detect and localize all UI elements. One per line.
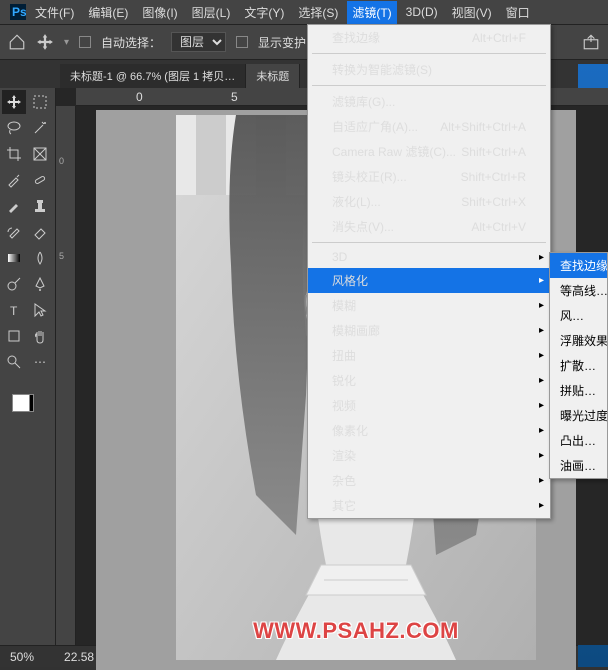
gradient-tool[interactable] (2, 246, 26, 270)
menu-item-noise[interactable]: 杂色 (308, 468, 550, 493)
move-tool[interactable] (2, 90, 26, 114)
show-transform-checkbox[interactable] (236, 36, 248, 48)
filter-menu-dropdown: 查找边缘Alt+Ctrl+F 转换为智能滤镜(S) 滤镜库(G)... 自适应广… (307, 24, 551, 519)
watermark-text: WWW.PSAHZ.COM (253, 618, 459, 644)
menu-window[interactable]: 窗口 (501, 1, 535, 24)
tab-doc-2[interactable]: 未标题 (246, 64, 300, 88)
submenu-item-tiles[interactable]: 拼贴… (550, 378, 607, 403)
crop-tool[interactable] (2, 142, 26, 166)
menu-item-last-filter[interactable]: 查找边缘Alt+Ctrl+F (308, 25, 550, 50)
menu-separator (312, 242, 546, 243)
svg-text:T: T (10, 304, 18, 318)
menu-separator (312, 85, 546, 86)
toolbar: T ⋯ (0, 88, 56, 645)
eyedropper-tool[interactable] (2, 168, 26, 192)
submenu-item-emboss[interactable]: 浮雕效果 (550, 328, 607, 353)
show-transform-label: 显示变护 (258, 34, 306, 51)
color-swatches[interactable] (6, 384, 40, 418)
submenu-item-contour[interactable]: 等高线… (550, 278, 607, 303)
autoselect-target-select[interactable]: 图层 (171, 32, 226, 52)
tab-doc-1[interactable]: 未标题-1 @ 66.7% (图层 1 拷贝… (60, 64, 246, 88)
marquee-tool[interactable] (28, 90, 52, 114)
menu-filter[interactable]: 滤镜(T) (347, 1, 396, 24)
home-icon[interactable] (8, 33, 26, 51)
menu-item-3d[interactable]: 3D (308, 246, 550, 268)
submenu-item-find-edges[interactable]: 查找边缘 (550, 253, 607, 278)
menu-3d[interactable]: 3D(D) (401, 2, 443, 22)
move-tool-icon (36, 33, 54, 51)
menu-bar: Ps 文件(F) 编辑(E) 图像(I) 图层(L) 文字(Y) 选择(S) 滤… (0, 0, 608, 24)
share-icon[interactable] (582, 33, 600, 51)
submenu-item-diffuse[interactable]: 扩散… (550, 353, 607, 378)
menu-view[interactable]: 视图(V) (447, 1, 497, 24)
shape-tool[interactable] (2, 324, 26, 348)
dropdown-arrow-icon[interactable]: ▾ (64, 37, 69, 48)
svg-text:Ps: Ps (12, 5, 26, 19)
type-tool[interactable]: T (2, 298, 26, 322)
pen-tool[interactable] (28, 272, 52, 296)
eraser-tool[interactable] (28, 220, 52, 244)
app-logo-icon: Ps (10, 4, 26, 20)
menu-item-video[interactable]: 视频 (308, 393, 550, 418)
menu-item-blur[interactable]: 模糊 (308, 293, 550, 318)
menu-item-other[interactable]: 其它 (308, 493, 550, 518)
menu-item-render[interactable]: 渲染 (308, 443, 550, 468)
heal-tool[interactable] (28, 168, 52, 192)
submenu-item-extrude[interactable]: 凸出… (550, 428, 607, 453)
menu-edit[interactable]: 编辑(E) (83, 1, 133, 24)
submenu-item-wind[interactable]: 风… (550, 303, 607, 328)
menu-layer[interactable]: 图层(L) (187, 1, 236, 24)
zoom-level[interactable]: 50% (10, 650, 34, 664)
menu-item-distort[interactable]: 扭曲 (308, 343, 550, 368)
menu-file[interactable]: 文件(F) (30, 1, 79, 24)
menu-item-camera-raw[interactable]: Camera Raw 滤镜(C)...Shift+Ctrl+A (308, 139, 550, 164)
path-select-tool[interactable] (28, 298, 52, 322)
submenu-item-oilpaint[interactable]: 油画… (550, 453, 607, 478)
menu-item-adaptive-wide[interactable]: 自适应广角(A)...Alt+Shift+Ctrl+A (308, 114, 550, 139)
menu-item-smart-filter[interactable]: 转换为智能滤镜(S) (308, 57, 550, 82)
submenu-item-solarize[interactable]: 曝光过度 (550, 403, 607, 428)
menu-type[interactable]: 文字(Y) (239, 1, 289, 24)
zoom-tool[interactable] (2, 350, 26, 374)
menu-item-stylize[interactable]: 风格化 (308, 268, 550, 293)
fg-color-swatch[interactable] (12, 394, 30, 412)
menu-item-sharpen[interactable]: 锐化 (308, 368, 550, 393)
autoselect-label: 自动选择： (101, 34, 161, 51)
hand-tool[interactable] (28, 324, 52, 348)
menu-select[interactable]: 选择(S) (293, 1, 343, 24)
menu-item-lens-correction[interactable]: 镜头校正(R)...Shift+Ctrl+R (308, 164, 550, 189)
menu-item-pixelate[interactable]: 像素化 (308, 418, 550, 443)
wand-tool[interactable] (28, 116, 52, 140)
menu-item-blur-gallery[interactable]: 模糊画廊 (308, 318, 550, 343)
toolbar-more[interactable]: ⋯ (28, 350, 52, 374)
lasso-tool[interactable] (2, 116, 26, 140)
frame-tool[interactable] (28, 142, 52, 166)
menu-separator (312, 53, 546, 54)
stamp-tool[interactable] (28, 194, 52, 218)
autoselect-checkbox[interactable] (79, 36, 91, 48)
blur-tool[interactable] (28, 246, 52, 270)
menu-item-filter-gallery[interactable]: 滤镜库(G)... (308, 89, 550, 114)
stylize-submenu: 查找边缘 等高线… 风… 浮雕效果 扩散… 拼贴… 曝光过度 凸出… 油画… (549, 252, 608, 479)
ruler-vertical[interactable]: 0 5 (56, 106, 76, 645)
history-brush-tool[interactable] (2, 220, 26, 244)
brush-tool[interactable] (2, 194, 26, 218)
menu-item-vanishing-point[interactable]: 消失点(V)...Alt+Ctrl+V (308, 214, 550, 239)
menu-image[interactable]: 图像(I) (137, 1, 182, 24)
menu-item-liquify[interactable]: 液化(L)...Shift+Ctrl+X (308, 189, 550, 214)
dodge-tool[interactable] (2, 272, 26, 296)
